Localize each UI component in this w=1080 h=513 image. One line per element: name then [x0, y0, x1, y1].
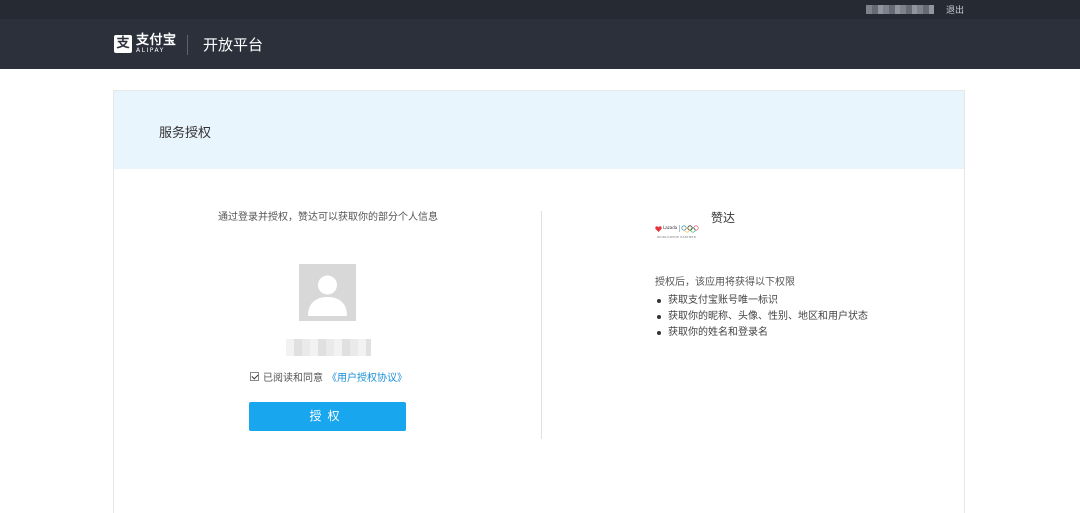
permission-item: 获取你的姓名和登录名	[655, 325, 868, 341]
agreement-link[interactable]: 《用户授权协议》	[327, 369, 407, 384]
app-logo-brand: Lazada	[663, 225, 678, 230]
permissions-list: 获取支付宝账号唯一标识 获取你的昵称、头像、性别、地区和用户状态 获取你的姓名和…	[655, 293, 868, 341]
permission-item: 获取支付宝账号唯一标识	[655, 293, 868, 309]
agree-checkbox[interactable]	[250, 372, 259, 381]
card-header: 服务授权	[114, 91, 964, 169]
olympic-rings-icon	[681, 225, 699, 233]
agreement-row: 已阅读和同意 《用户授权协议》	[250, 369, 407, 384]
header-bar: 支 支付宝 ALIPAY 开放平台	[0, 19, 1080, 69]
column-divider	[541, 211, 542, 439]
app-logo-sub: WORLDWIDE PARTNER	[657, 235, 697, 239]
alipay-logo-text: 支付宝 ALIPAY	[136, 34, 177, 54]
permission-item: 获取你的昵称、头像、性别、地区和用户状态	[655, 309, 868, 325]
header-divider	[187, 35, 188, 55]
app-logo: Lazada WORLDWIDE PARTNER	[653, 224, 701, 240]
username-blurred	[866, 5, 934, 14]
card-title: 服务授权	[159, 126, 212, 141]
app-name: 赞达	[711, 211, 736, 225]
platform-title[interactable]: 开放平台	[203, 34, 263, 55]
logout-link[interactable]: 退出	[946, 3, 964, 16]
alipay-logo-mark: 支	[114, 35, 132, 53]
alipay-logo-cn: 支付宝	[136, 33, 177, 48]
alipay-logo[interactable]: 支 支付宝 ALIPAY	[114, 33, 177, 55]
agree-text: 已阅读和同意	[263, 373, 323, 384]
account-name-blurred	[286, 339, 371, 356]
authorization-card: 服务授权 通过登录并授权，赞达可以获取你的部分个人信息 已阅读和同意 《用户授权…	[113, 90, 965, 513]
auth-intro-text: 通过登录并授权，赞达可以获取你的部分个人信息	[218, 212, 438, 223]
app-logo-separator	[679, 225, 680, 232]
permissions-title: 授权后，该应用将获得以下权限	[655, 277, 795, 288]
avatar	[299, 264, 356, 321]
heart-icon	[655, 226, 662, 232]
alipay-logo-en: ALIPAY	[136, 47, 165, 54]
default-user-avatar-icon	[299, 264, 356, 321]
authorize-button[interactable]: 授权	[249, 402, 406, 431]
top-strip: 退出	[0, 0, 1080, 19]
